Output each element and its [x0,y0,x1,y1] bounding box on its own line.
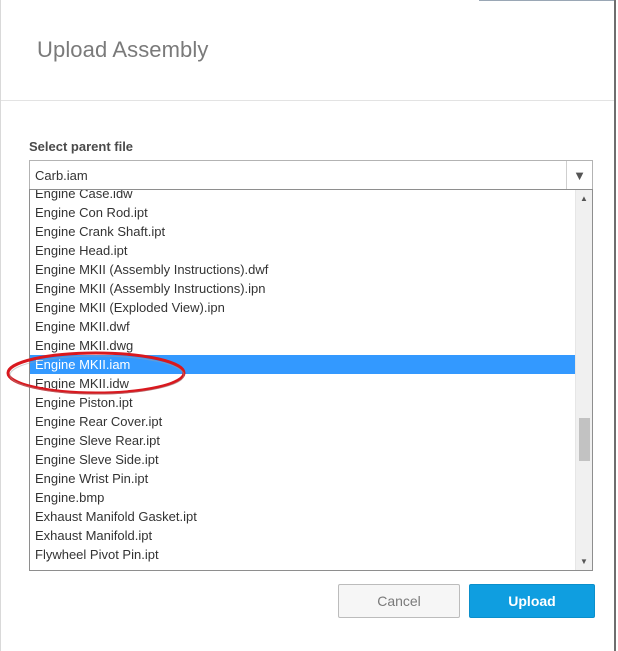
list-item[interactable]: Engine.bmp [30,488,575,507]
upload-assembly-dialog: Upload Assembly Select parent file Carb.… [0,0,616,651]
list-item[interactable]: Exhaust Manifold Gasket.ipt [30,507,575,526]
list-item[interactable]: Engine MKII (Assembly Instructions).dwf [30,260,575,279]
chevron-down-icon[interactable]: ▼ [566,161,592,189]
list-item[interactable]: Engine MKII.dwg [30,336,575,355]
list-item[interactable]: Flywheel Pivot Pin.ipt [30,545,575,564]
scroll-up-icon[interactable]: ▲ [576,190,592,207]
listbox-scrollbar[interactable]: ▲ ▼ [575,190,592,570]
parent-file-select[interactable]: Carb.iam ▼ [29,160,593,190]
cancel-button[interactable]: Cancel [338,584,460,618]
list-item[interactable]: Engine Rear Cover.ipt [30,412,575,431]
list-item[interactable]: Engine Con Rod.ipt [30,203,575,222]
list-item[interactable]: Engine MKII.idw [30,374,575,393]
list-item-selected[interactable]: Engine MKII.iam [30,355,575,374]
scrollbar-thumb[interactable] [579,418,590,461]
list-item[interactable]: Engine MKII (Assembly Instructions).ipn [30,279,575,298]
dialog-title: Upload Assembly [37,37,209,62]
dialog-header: Upload Assembly [1,0,614,101]
list-item[interactable]: Engine Sleve Rear.ipt [30,431,575,450]
upload-button[interactable]: Upload [469,584,595,618]
list-item[interactable]: Engine Crank Shaft.ipt [30,222,575,241]
list-item[interactable]: Engine Piston.ipt [30,393,575,412]
parent-file-listbox[interactable]: Engine Case.idw Engine Con Rod.ipt Engine … [29,189,593,571]
list-item[interactable]: Engine MKII.dwf [30,317,575,336]
list-item[interactable]: Engine Case.idw [30,190,575,203]
list-item[interactable]: Engine Sleve Side.ipt [30,450,575,469]
list-item[interactable]: Engine MKII (Exploded View).ipn [30,298,575,317]
parent-file-selected-value: Carb.iam [35,168,88,183]
list-item[interactable]: Engine Head.ipt [30,241,575,260]
listbox-items: Engine Case.idw Engine Con Rod.ipt Engine … [30,190,575,564]
list-item[interactable]: Exhaust Manifold.ipt [30,526,575,545]
scroll-down-icon[interactable]: ▼ [576,553,592,570]
parent-file-label: Select parent file [29,139,134,154]
list-item[interactable]: Engine Wrist Pin.ipt [30,469,575,488]
